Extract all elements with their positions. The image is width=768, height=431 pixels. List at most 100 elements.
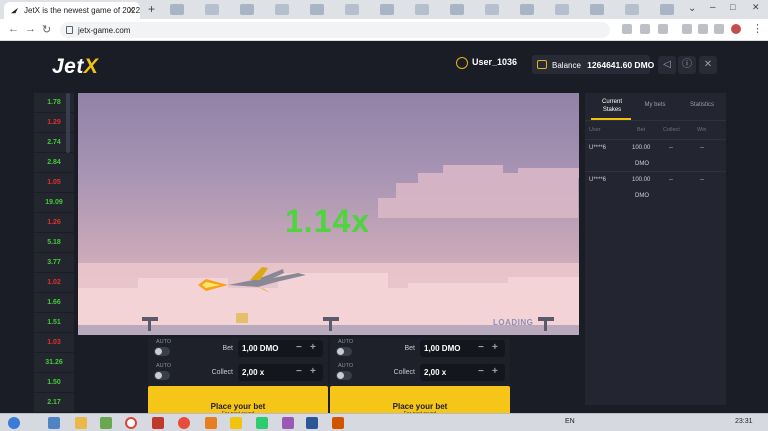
maximize-icon[interactable]: □ <box>730 2 735 12</box>
close-tab-icon[interactable]: ✕ <box>127 5 135 16</box>
tab-search-chevron-icon[interactable]: ⌄ <box>688 3 696 14</box>
decrease-collect-button[interactable]: − <box>478 366 484 377</box>
word-icon[interactable] <box>306 417 318 429</box>
collect-row: AUTO Collect 2,00 x − + <box>330 362 510 383</box>
collect-label: Collect <box>393 369 415 376</box>
taskbar-app-icon[interactable] <box>100 417 112 429</box>
browser-tab-bar: JetX is the newest game of 2022 ✕ + ⌄ – … <box>0 0 768 19</box>
language-indicator[interactable]: EN <box>565 418 575 425</box>
collect-label: Collect <box>211 369 233 376</box>
background-tab[interactable] <box>660 4 674 15</box>
row-win: -- <box>700 177 704 183</box>
taskbar-app-icon[interactable] <box>282 417 294 429</box>
taskbar-app-icon[interactable] <box>332 417 344 429</box>
tab-statistics[interactable]: Statistics <box>685 101 719 109</box>
decrease-collect-button[interactable]: − <box>296 366 302 377</box>
increase-collect-button[interactable]: + <box>492 366 498 377</box>
background-tab[interactable] <box>205 4 219 15</box>
tab-current-stakes[interactable]: Current Stakes <box>593 98 631 114</box>
row-collect: -- <box>669 177 673 183</box>
taskbar-app-icon[interactable] <box>256 417 268 429</box>
info-button[interactable]: ⓘ <box>678 56 696 74</box>
chrome-icon[interactable] <box>125 417 137 429</box>
background-tab[interactable] <box>310 4 324 15</box>
taskbar-app-icon[interactable] <box>152 417 164 429</box>
background-tab[interactable] <box>555 4 569 15</box>
tab-my-bets[interactable]: My bets <box>640 101 670 109</box>
background-tab[interactable] <box>625 4 639 15</box>
clock[interactable]: 23:31 <box>735 418 753 425</box>
taskbar-app-icon[interactable] <box>48 417 60 429</box>
background-tab[interactable] <box>520 4 534 15</box>
url-field[interactable]: jetx-game.com <box>60 22 610 38</box>
auto-collect-label: AUTO <box>156 363 172 369</box>
history-item: 1.03 <box>34 333 74 352</box>
auto-bet-toggle[interactable] <box>336 347 352 356</box>
close-window-icon[interactable]: ✕ <box>752 2 760 13</box>
sound-toggle-button[interactable]: ◁ <box>658 56 676 74</box>
collect-multiplier-field[interactable]: 2,00 x − + <box>420 364 505 381</box>
auto-collect-toggle[interactable] <box>336 371 352 380</box>
browser-tab[interactable]: JetX is the newest game of 2022 ✕ <box>4 2 140 19</box>
history-item: 1.66 <box>34 293 74 312</box>
folder-icon[interactable] <box>75 417 87 429</box>
auto-bet-toggle[interactable] <box>154 347 170 356</box>
background-tab[interactable] <box>485 4 499 15</box>
row-user: U****6 <box>589 177 607 183</box>
collect-multiplier-value: 2,00 x <box>424 368 447 377</box>
opera-icon[interactable] <box>178 417 190 429</box>
background-tab[interactable] <box>380 4 394 15</box>
taskbar-app-icon[interactable] <box>205 417 217 429</box>
browser-tab-title: JetX is the newest game of 2022 <box>24 6 140 15</box>
row-bet: 100.00 <box>632 177 651 183</box>
background-tab[interactable] <box>450 4 464 15</box>
menu-dots-icon[interactable]: ⋮ <box>752 22 763 35</box>
share-icon[interactable] <box>640 24 650 34</box>
lock-icon <box>66 26 73 34</box>
bet-amount-field[interactable]: 1,00 DMO − + <box>420 340 505 357</box>
background-tab[interactable] <box>240 4 254 15</box>
increase-bet-button[interactable]: + <box>310 342 316 353</box>
close-game-button[interactable]: ✕ <box>699 56 717 74</box>
info-icon: ⓘ <box>682 59 692 70</box>
user-info: User_1036 <box>456 57 517 73</box>
bet-label: Bet <box>222 345 233 352</box>
forward-icon[interactable]: → <box>25 23 36 35</box>
history-scrollbar[interactable] <box>66 93 70 153</box>
column-bet: Bet <box>637 127 646 133</box>
background-tab[interactable] <box>415 4 429 15</box>
background-tab[interactable] <box>275 4 289 15</box>
minimize-icon[interactable]: – <box>710 2 716 13</box>
profile-avatar[interactable] <box>731 24 741 34</box>
url-text: jetx-game.com <box>78 26 131 35</box>
bookmark-star-icon[interactable] <box>658 24 668 34</box>
extensions-icon[interactable] <box>698 24 708 34</box>
collect-multiplier-value: 2,00 x <box>242 368 265 377</box>
active-tab-indicator <box>591 118 631 120</box>
game-canvas: 1.14x LOADING <box>78 93 579 335</box>
bet-amount-field[interactable]: 1,00 DMO − + <box>238 340 323 357</box>
background-tab[interactable] <box>170 4 184 15</box>
sidebar-icon[interactable] <box>714 24 724 34</box>
background-tab[interactable] <box>590 4 604 15</box>
current-multiplier: 1.14x <box>285 203 371 239</box>
collect-multiplier-field[interactable]: 2,00 x − + <box>238 364 323 381</box>
increase-collect-button[interactable]: + <box>310 366 316 377</box>
balance-box: Balance 1264641.60 DMO <box>532 55 654 74</box>
background-tab[interactable] <box>345 4 359 15</box>
new-tab-button[interactable]: + <box>145 3 158 16</box>
increase-bet-button[interactable]: + <box>492 342 498 353</box>
reload-icon[interactable]: ↻ <box>42 23 51 36</box>
decrease-bet-button[interactable]: − <box>478 342 484 353</box>
history-item: 3.77 <box>34 253 74 272</box>
decrease-bet-button[interactable]: − <box>296 342 302 353</box>
auto-collect-toggle[interactable] <box>154 371 170 380</box>
back-icon[interactable]: ← <box>8 23 19 35</box>
wallet-icon <box>537 60 547 69</box>
eyedropper-icon[interactable] <box>682 24 692 34</box>
close-icon: ✕ <box>703 59 713 70</box>
taskbar-app-icon[interactable] <box>230 417 242 429</box>
bet-row: AUTO Bet 1,00 DMO − + <box>330 338 510 359</box>
start-icon[interactable] <box>8 417 20 429</box>
translate-icon[interactable] <box>622 24 632 34</box>
